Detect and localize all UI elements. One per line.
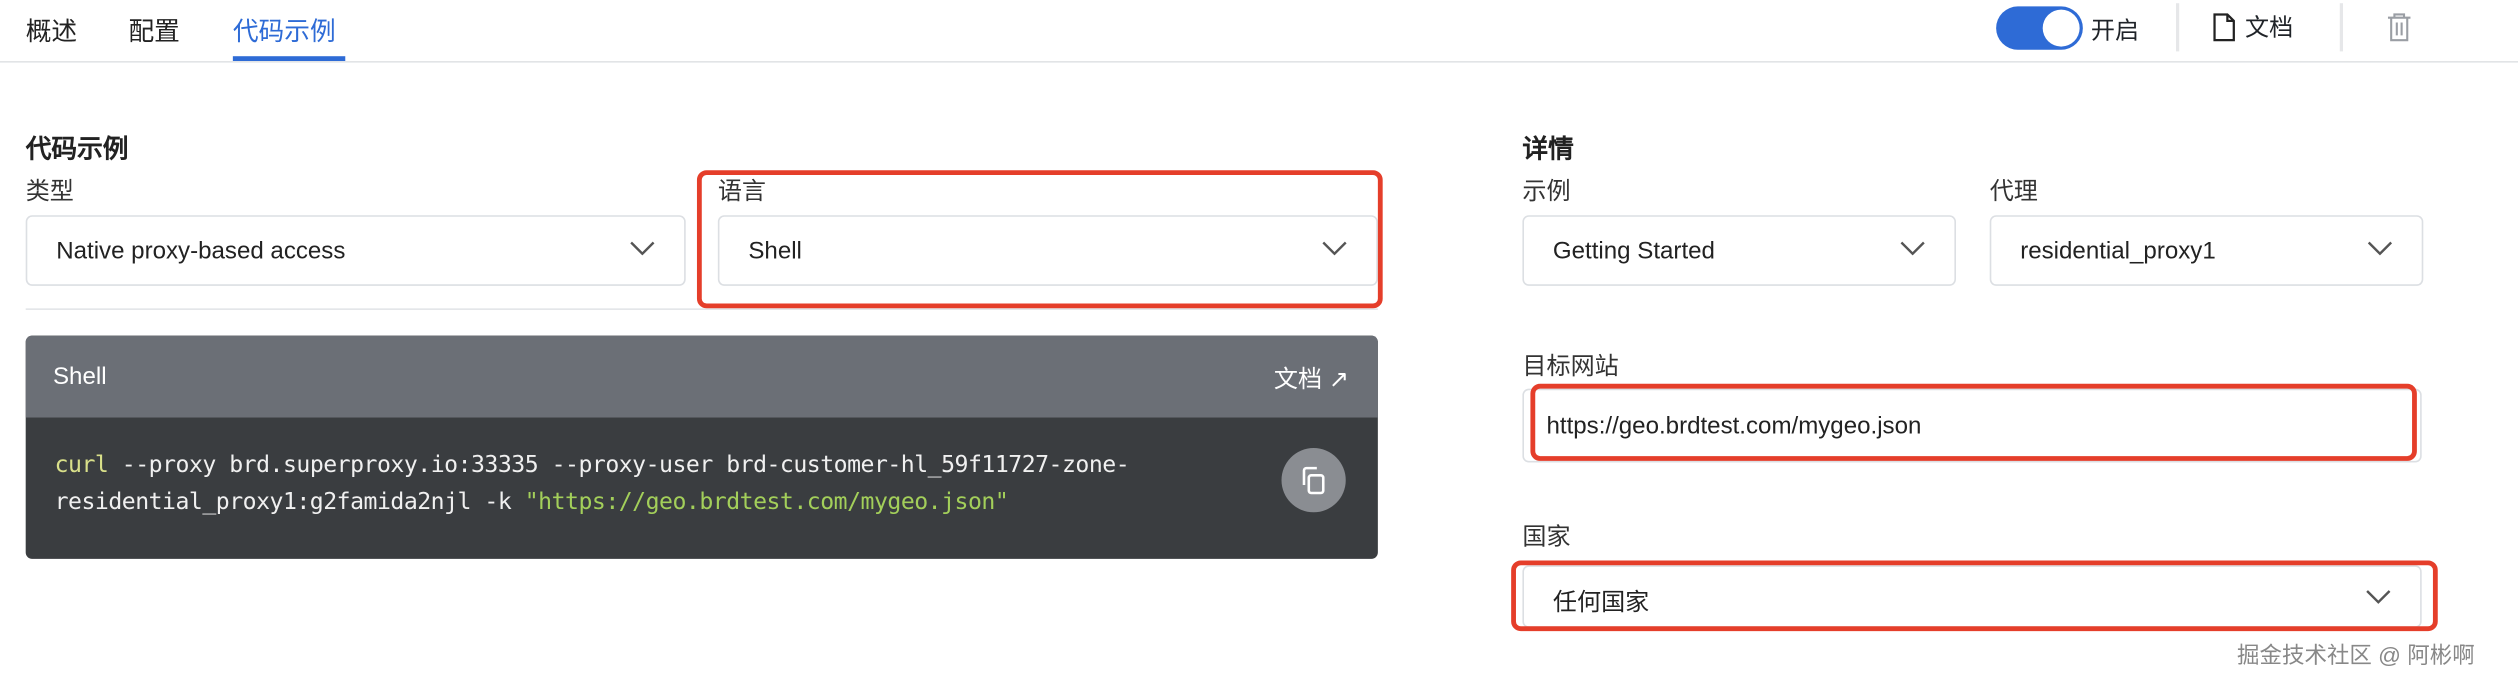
file-icon [2213,12,2235,41]
tab-config[interactable]: 配置 [128,10,179,49]
code-command: curl [54,452,109,479]
proxy-value: residential_proxy1 [2020,237,2216,265]
toggle-knob [2042,9,2080,47]
copy-icon [1302,466,1325,495]
example-select[interactable]: Getting Started [1522,215,1956,286]
enable-toggle[interactable] [1996,6,2083,50]
copy-button[interactable] [1281,448,1346,513]
highlight-box [1530,383,2417,461]
code-docs-link[interactable]: 文档 ↗ [1274,361,1349,395]
code-line-1: curl --proxy brd.superproxy.io:33335 --p… [55,453,1130,479]
code-args: --proxy brd.superproxy.io:33335 --proxy-… [108,452,1130,479]
highlight-box [696,170,1383,309]
country-label: 国家 [1522,523,1571,551]
section-divider [25,308,1378,310]
chevron-down-icon [1900,241,1925,256]
watermark: 掘金技术社区 @ 阿彬啊 [2237,642,2475,669]
tab-code-examples[interactable]: 代码示例 [233,10,336,49]
code-block: Shell 文档 ↗ curl --proxy brd.superproxy.i… [25,335,1378,559]
toolbar-divider [2175,3,2180,52]
code-language-title: Shell [52,362,107,391]
tab-overview[interactable]: 概述 [26,10,77,49]
code-examples-heading: 代码示例 [25,136,129,164]
details-heading: 详情 [1522,136,1574,164]
target-site-label: 目标网站 [1522,353,1619,381]
chevron-down-icon [630,241,655,256]
code-string: "https://geo.brdtest.com/mygeo.json" [524,489,1009,516]
toggle-label: 开启 [2090,17,2140,45]
chevron-down-icon [2367,241,2393,256]
example-value: Getting Started [1552,237,1715,265]
code-line-2: residential_proxy1:g2famida2njl -k "http… [55,490,1009,516]
code-block-header: Shell 文档 ↗ [25,335,1378,418]
type-label: 类型 [25,178,74,206]
code-args: residential_proxy1:g2famida2njl -k [54,489,525,516]
type-value: Native proxy-based access [56,237,346,265]
toolbar-divider [2339,3,2344,52]
proxy-select[interactable]: residential_proxy1 [1989,215,2424,286]
docs-label: 文档 [2245,14,2294,42]
docs-button[interactable]: 文档 [2213,10,2293,44]
header-divider [0,61,2518,63]
proxy-label: 代理 [1989,178,2038,206]
type-select[interactable]: Native proxy-based access [25,215,686,286]
highlight-box [1511,560,2438,632]
trash-icon[interactable] [2386,11,2412,43]
example-label: 示例 [1522,178,1571,206]
page: 概述 配置 代码示例 开启 文档 代码示例 类型 Native proxy-ba… [0,0,2518,688]
